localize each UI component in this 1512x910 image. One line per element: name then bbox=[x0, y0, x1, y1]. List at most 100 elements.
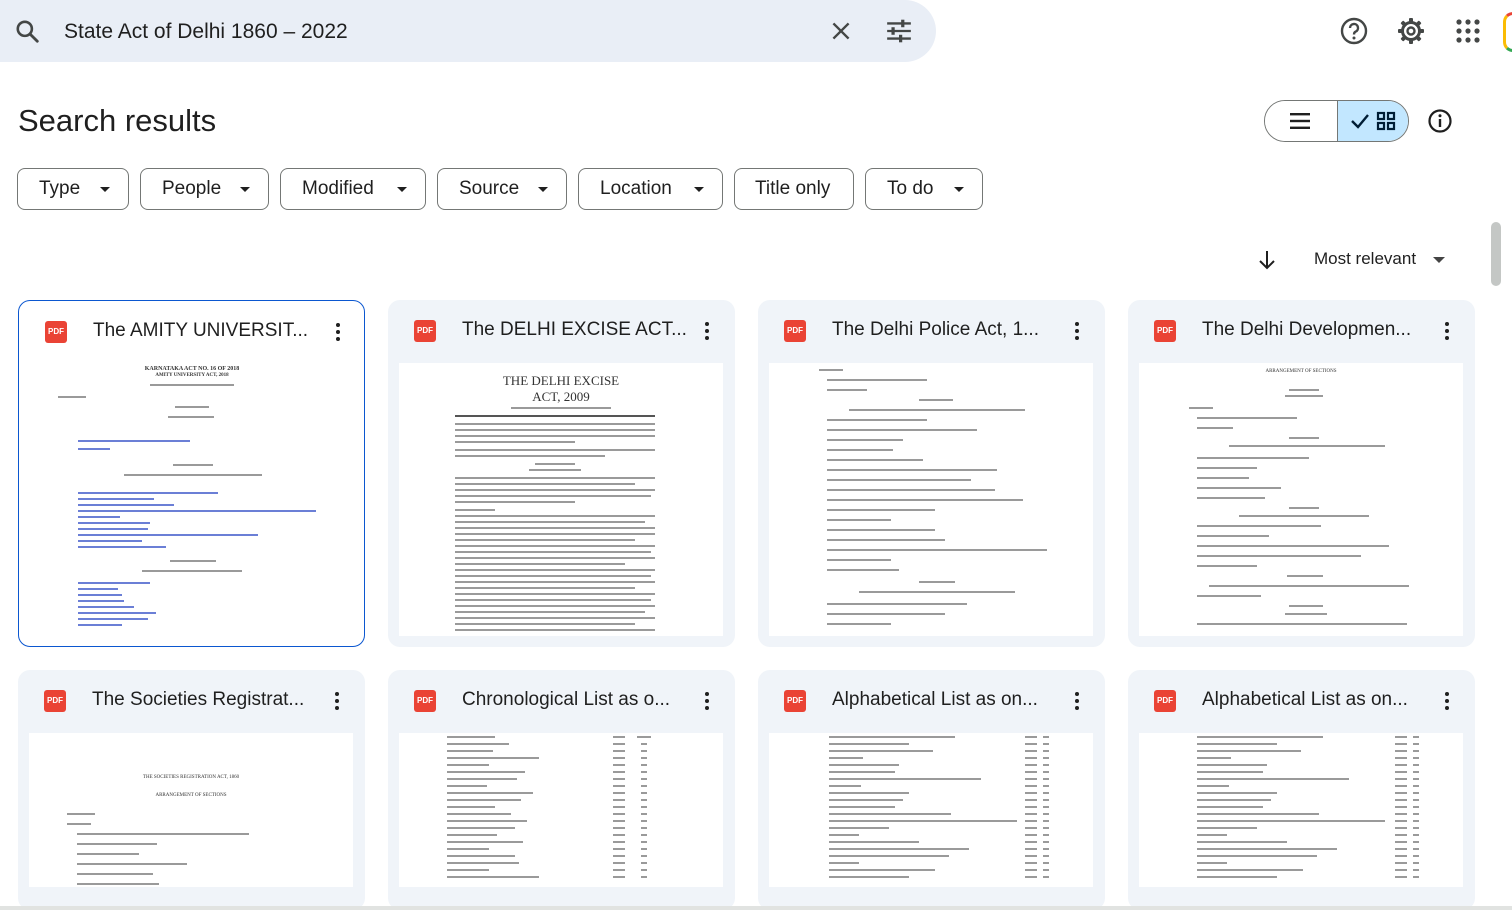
preview-line bbox=[78, 582, 150, 584]
filter-location[interactable]: Location bbox=[578, 168, 723, 210]
preview-line bbox=[170, 560, 216, 562]
scrollbar[interactable] bbox=[1491, 222, 1501, 286]
filter-label: Location bbox=[600, 178, 672, 199]
preview-line bbox=[455, 423, 655, 425]
search-bar[interactable]: State Act of Delhi 1860 – 2022 bbox=[0, 0, 936, 62]
preview-line bbox=[77, 843, 157, 845]
preview-line bbox=[78, 600, 124, 602]
filter-people[interactable]: People bbox=[140, 168, 269, 210]
preview-line bbox=[827, 439, 903, 441]
arrow-down-icon[interactable] bbox=[1256, 248, 1278, 272]
more-vert-icon[interactable] bbox=[1068, 320, 1086, 342]
file-card[interactable]: PDF Alphabetical List as on... bbox=[1128, 670, 1475, 910]
file-card[interactable]: PDF The Delhi Developmen... ARRANGEMENT … bbox=[1128, 300, 1475, 647]
chevron-down-icon bbox=[397, 187, 407, 192]
file-card[interactable]: PDF Alphabetical List as on... bbox=[758, 670, 1105, 910]
card-header: PDF The Delhi Developmen... bbox=[1128, 300, 1475, 362]
gear-icon[interactable] bbox=[1396, 16, 1426, 46]
tune-icon[interactable] bbox=[885, 18, 913, 44]
more-vert-icon[interactable] bbox=[1438, 320, 1456, 342]
filter-to-do[interactable]: To do bbox=[865, 168, 983, 210]
preview-line bbox=[455, 521, 645, 523]
preview-line bbox=[455, 509, 495, 511]
preview-line bbox=[78, 522, 150, 524]
preview-line bbox=[78, 498, 154, 500]
search-input[interactable]: State Act of Delhi 1860 – 2022 bbox=[64, 20, 348, 44]
preview-line bbox=[455, 569, 655, 571]
file-card[interactable]: PDF The Delhi Police Act, 1... bbox=[758, 300, 1105, 647]
preview-line bbox=[455, 599, 651, 601]
help-icon[interactable] bbox=[1339, 16, 1369, 46]
card-header: PDF Alphabetical List as on... bbox=[1128, 670, 1475, 732]
preview-line bbox=[77, 853, 139, 855]
filter-source[interactable]: Source bbox=[437, 168, 567, 210]
preview-line bbox=[1197, 497, 1265, 499]
preview-line bbox=[827, 449, 893, 451]
filter-label: Title only bbox=[755, 178, 831, 199]
bottom-divider bbox=[0, 906, 1512, 910]
more-vert-icon[interactable] bbox=[1438, 690, 1456, 712]
check-icon bbox=[1351, 114, 1369, 129]
filter-label: Source bbox=[459, 178, 520, 199]
chevron-down-icon[interactable] bbox=[1433, 257, 1445, 263]
pdf-icon: PDF bbox=[45, 321, 67, 343]
preview-line bbox=[1197, 545, 1389, 547]
file-card[interactable]: PDF The AMITY UNIVERSIT... KARNATAKA ACT… bbox=[18, 300, 365, 647]
filter-modified[interactable]: Modified bbox=[280, 168, 426, 210]
preview-line bbox=[1287, 575, 1323, 577]
preview-line bbox=[455, 551, 651, 553]
preview-line bbox=[1289, 605, 1323, 607]
more-vert-icon[interactable] bbox=[329, 321, 347, 343]
filter-label: To do bbox=[887, 178, 934, 199]
more-vert-icon[interactable] bbox=[698, 320, 716, 342]
file-card[interactable]: PDF The DELHI EXCISE ACT... THE DELHI EX… bbox=[388, 300, 735, 647]
info-icon[interactable] bbox=[1427, 108, 1453, 134]
file-title: The AMITY UNIVERSIT... bbox=[93, 320, 309, 341]
preview-line bbox=[78, 504, 174, 506]
preview-line bbox=[827, 469, 997, 471]
preview-line bbox=[1229, 445, 1385, 447]
preview-line bbox=[1197, 477, 1249, 479]
preview-line bbox=[1285, 395, 1323, 397]
file-card[interactable]: PDF The Societies Registrat... THE SOCIE… bbox=[18, 670, 365, 910]
pdf-icon: PDF bbox=[414, 320, 436, 342]
file-card[interactable]: PDF Chronological List as o... bbox=[388, 670, 735, 910]
preview-line bbox=[168, 416, 214, 418]
pdf-icon: PDF bbox=[784, 690, 806, 712]
more-vert-icon[interactable] bbox=[1068, 690, 1086, 712]
preview-heading: ARRANGEMENT OF SECTIONS bbox=[1265, 369, 1337, 374]
preview-line bbox=[1289, 507, 1319, 509]
filter-type[interactable]: Type bbox=[17, 168, 129, 210]
apps-icon[interactable] bbox=[1453, 16, 1483, 46]
preview-line bbox=[455, 545, 655, 547]
preview-line bbox=[1189, 407, 1213, 409]
preview-line bbox=[1285, 613, 1327, 615]
sort-dropdown[interactable]: Most relevant bbox=[1314, 249, 1416, 269]
preview-line bbox=[919, 581, 955, 583]
preview-line bbox=[511, 407, 611, 409]
file-preview: THE DELHI EXCISE ACT, 2009 bbox=[399, 363, 723, 636]
preview-line bbox=[455, 629, 655, 631]
more-vert-icon[interactable] bbox=[328, 690, 346, 712]
preview-line bbox=[1289, 389, 1319, 391]
account-avatar[interactable] bbox=[1503, 12, 1512, 52]
preview-line bbox=[455, 429, 655, 431]
preview-line bbox=[78, 534, 258, 536]
view-toggle bbox=[1264, 100, 1409, 142]
list-view-button[interactable] bbox=[1265, 101, 1337, 141]
filter-title-only[interactable]: Title only bbox=[734, 168, 854, 210]
preview-line bbox=[455, 605, 655, 607]
file-title: The DELHI EXCISE ACT... bbox=[462, 319, 687, 340]
preview-line bbox=[1197, 555, 1361, 557]
search-icon[interactable] bbox=[14, 18, 40, 44]
close-icon[interactable] bbox=[828, 18, 854, 44]
more-vert-icon[interactable] bbox=[698, 690, 716, 712]
preview-line bbox=[919, 399, 953, 401]
preview-subheading: ARRANGEMENT OF SECTIONS bbox=[155, 793, 227, 798]
preview-line bbox=[455, 483, 635, 485]
grid-view-button[interactable] bbox=[1337, 101, 1408, 141]
preview-line bbox=[455, 515, 655, 517]
preview-line bbox=[455, 415, 655, 417]
preview-line bbox=[455, 587, 635, 589]
preview-line bbox=[827, 623, 891, 625]
